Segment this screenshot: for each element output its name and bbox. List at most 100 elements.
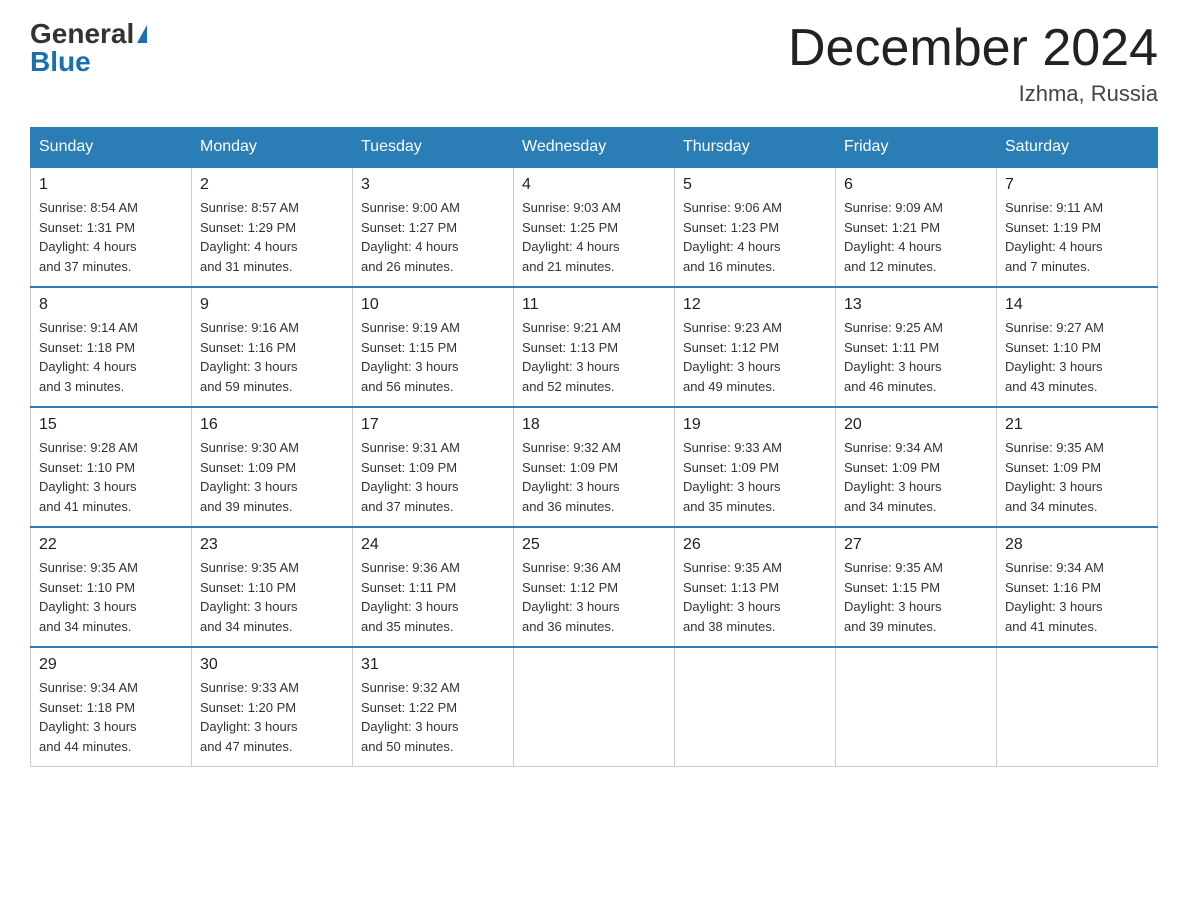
day-info: Sunrise: 9:23 AMSunset: 1:12 PMDaylight:… — [683, 318, 827, 396]
table-row: 5Sunrise: 9:06 AMSunset: 1:23 PMDaylight… — [675, 167, 836, 287]
header-sunday: Sunday — [31, 128, 192, 168]
day-number: 27 — [844, 536, 988, 554]
day-number: 21 — [1005, 416, 1149, 434]
day-number: 8 — [39, 296, 183, 314]
day-number: 14 — [1005, 296, 1149, 314]
day-info: Sunrise: 9:19 AMSunset: 1:15 PMDaylight:… — [361, 318, 505, 396]
day-number: 30 — [200, 656, 344, 674]
header-monday: Monday — [192, 128, 353, 168]
table-row: 4 Sunrise: 9:03 AMSunset: 1:25 PMDaylight… — [514, 167, 675, 287]
day-info: Sunrise: 9:35 AMSunset: 1:09 PMDaylight:… — [1005, 438, 1149, 516]
day-number: 23 — [200, 536, 344, 554]
header-tuesday: Tuesday — [353, 128, 514, 168]
table-row: 31 Sunrise: 9:32 AMSunset: 1:22 PMDayligh… — [353, 647, 514, 767]
day-info: Sunrise: 9:32 AMSunset: 1:09 PMDaylight:… — [522, 438, 666, 516]
day-info: Sunrise: 9:33 AMSunset: 1:20 PMDaylight:… — [200, 678, 344, 756]
day-info: Sunrise: 9:35 AMSunset: 1:13 PMDaylight:… — [683, 558, 827, 636]
day-info: Sunrise: 9:35 AMSunset: 1:15 PMDaylight:… — [844, 558, 988, 636]
table-row: 29 Sunrise: 9:34 AMSunset: 1:18 PMDayligh… — [31, 647, 192, 767]
calendar-week-row: 1Sunrise: 8:54 AMSunset: 1:31 PMDaylight… — [31, 167, 1158, 287]
table-row: 20 Sunrise: 9:34 AMSunset: 1:09 PMDayligh… — [836, 407, 997, 527]
table-row: 11 Sunrise: 9:21 AMSunset: 1:13 PMDayligh… — [514, 287, 675, 407]
day-number: 13 — [844, 296, 988, 314]
table-row: 28 Sunrise: 9:34 AMSunset: 1:16 PMDayligh… — [997, 527, 1158, 647]
day-info: Sunrise: 9:06 AMSunset: 1:23 PMDaylight:… — [683, 198, 827, 276]
day-info: Sunrise: 9:30 AMSunset: 1:09 PMDaylight:… — [200, 438, 344, 516]
table-row: 25Sunrise: 9:36 AMSunset: 1:12 PMDayligh… — [514, 527, 675, 647]
day-info: Sunrise: 9:35 AMSunset: 1:10 PMDaylight:… — [39, 558, 183, 636]
day-number: 17 — [361, 416, 505, 434]
day-number: 24 — [361, 536, 505, 554]
day-info: Sunrise: 9:36 AMSunset: 1:12 PMDaylight:… — [522, 558, 666, 636]
day-number: 22 — [39, 536, 183, 554]
day-number: 11 — [522, 296, 666, 314]
day-number: 26 — [683, 536, 827, 554]
table-row: 2Sunrise: 8:57 AMSunset: 1:29 PMDaylight… — [192, 167, 353, 287]
month-title: December 2024 — [788, 20, 1158, 77]
day-number: 18 — [522, 416, 666, 434]
logo-blue-text: Blue — [30, 48, 91, 76]
day-number: 28 — [1005, 536, 1149, 554]
table-row — [997, 647, 1158, 767]
day-number: 12 — [683, 296, 827, 314]
title-block: December 2024 Izhma, Russia — [788, 20, 1158, 107]
day-number: 29 — [39, 656, 183, 674]
day-info: Sunrise: 9:31 AMSunset: 1:09 PMDaylight:… — [361, 438, 505, 516]
logo-general-text: General — [30, 20, 134, 48]
table-row: 3Sunrise: 9:00 AMSunset: 1:27 PMDaylight… — [353, 167, 514, 287]
table-row: 24 Sunrise: 9:36 AMSunset: 1:11 PMDayligh… — [353, 527, 514, 647]
day-info: Sunrise: 9:34 AMSunset: 1:18 PMDaylight:… — [39, 678, 183, 756]
table-row — [675, 647, 836, 767]
day-number: 7 — [1005, 176, 1149, 194]
table-row: 16 Sunrise: 9:30 AMSunset: 1:09 PMDayligh… — [192, 407, 353, 527]
header-wednesday: Wednesday — [514, 128, 675, 168]
table-row: 10 Sunrise: 9:19 AMSunset: 1:15 PMDayligh… — [353, 287, 514, 407]
table-row: 14 Sunrise: 9:27 AMSunset: 1:10 PMDayligh… — [997, 287, 1158, 407]
day-number: 3 — [361, 176, 505, 194]
calendar-week-row: 29 Sunrise: 9:34 AMSunset: 1:18 PMDayligh… — [31, 647, 1158, 767]
day-number: 4 — [522, 176, 666, 194]
table-row: 13 Sunrise: 9:25 AMSunset: 1:11 PMDayligh… — [836, 287, 997, 407]
day-info: Sunrise: 9:25 AMSunset: 1:11 PMDaylight:… — [844, 318, 988, 396]
table-row: 9Sunrise: 9:16 AMSunset: 1:16 PMDaylight… — [192, 287, 353, 407]
table-row: 17 Sunrise: 9:31 AMSunset: 1:09 PMDayligh… — [353, 407, 514, 527]
table-row: 21 Sunrise: 9:35 AMSunset: 1:09 PMDayligh… — [997, 407, 1158, 527]
logo-triangle-icon — [137, 25, 147, 43]
table-row: 22 Sunrise: 9:35 AMSunset: 1:10 PMDayligh… — [31, 527, 192, 647]
day-info: Sunrise: 9:32 AMSunset: 1:22 PMDaylight:… — [361, 678, 505, 756]
day-info: Sunrise: 9:34 AMSunset: 1:16 PMDaylight:… — [1005, 558, 1149, 636]
table-row: 15 Sunrise: 9:28 AMSunset: 1:10 PMDayligh… — [31, 407, 192, 527]
day-info: Sunrise: 9:34 AMSunset: 1:09 PMDaylight:… — [844, 438, 988, 516]
header-saturday: Saturday — [997, 128, 1158, 168]
table-row: 7Sunrise: 9:11 AMSunset: 1:19 PMDaylight… — [997, 167, 1158, 287]
day-number: 31 — [361, 656, 505, 674]
calendar-week-row: 22 Sunrise: 9:35 AMSunset: 1:10 PMDayligh… — [31, 527, 1158, 647]
day-info: Sunrise: 9:21 AMSunset: 1:13 PMDaylight:… — [522, 318, 666, 396]
day-info: Sunrise: 9:09 AMSunset: 1:21 PMDaylight:… — [844, 198, 988, 276]
day-number: 10 — [361, 296, 505, 314]
day-number: 2 — [200, 176, 344, 194]
day-number: 15 — [39, 416, 183, 434]
page-header: General Blue December 2024 Izhma, Russia — [30, 20, 1158, 107]
calendar-header-row: Sunday Monday Tuesday Wednesday Thursday… — [31, 128, 1158, 168]
calendar-week-row: 15 Sunrise: 9:28 AMSunset: 1:10 PMDayligh… — [31, 407, 1158, 527]
day-info: Sunrise: 9:03 AMSunset: 1:25 PMDaylight:… — [522, 198, 666, 276]
day-info: Sunrise: 9:27 AMSunset: 1:10 PMDaylight:… — [1005, 318, 1149, 396]
table-row: 1Sunrise: 8:54 AMSunset: 1:31 PMDaylight… — [31, 167, 192, 287]
calendar-table: Sunday Monday Tuesday Wednesday Thursday… — [30, 127, 1158, 767]
table-row: 27 Sunrise: 9:35 AMSunset: 1:15 PMDayligh… — [836, 527, 997, 647]
table-row: 19 Sunrise: 9:33 AMSunset: 1:09 PMDayligh… — [675, 407, 836, 527]
day-info: Sunrise: 9:28 AMSunset: 1:10 PMDaylight:… — [39, 438, 183, 516]
logo: General Blue — [30, 20, 147, 76]
day-number: 6 — [844, 176, 988, 194]
table-row: 26 Sunrise: 9:35 AMSunset: 1:13 PMDayligh… — [675, 527, 836, 647]
table-row — [836, 647, 997, 767]
day-info: Sunrise: 9:33 AMSunset: 1:09 PMDaylight:… — [683, 438, 827, 516]
day-number: 19 — [683, 416, 827, 434]
day-number: 16 — [200, 416, 344, 434]
table-row: 23Sunrise: 9:35 AMSunset: 1:10 PMDayligh… — [192, 527, 353, 647]
day-number: 9 — [200, 296, 344, 314]
table-row: 8Sunrise: 9:14 AMSunset: 1:18 PMDaylight… — [31, 287, 192, 407]
day-number: 20 — [844, 416, 988, 434]
day-info: Sunrise: 9:36 AMSunset: 1:11 PMDaylight:… — [361, 558, 505, 636]
